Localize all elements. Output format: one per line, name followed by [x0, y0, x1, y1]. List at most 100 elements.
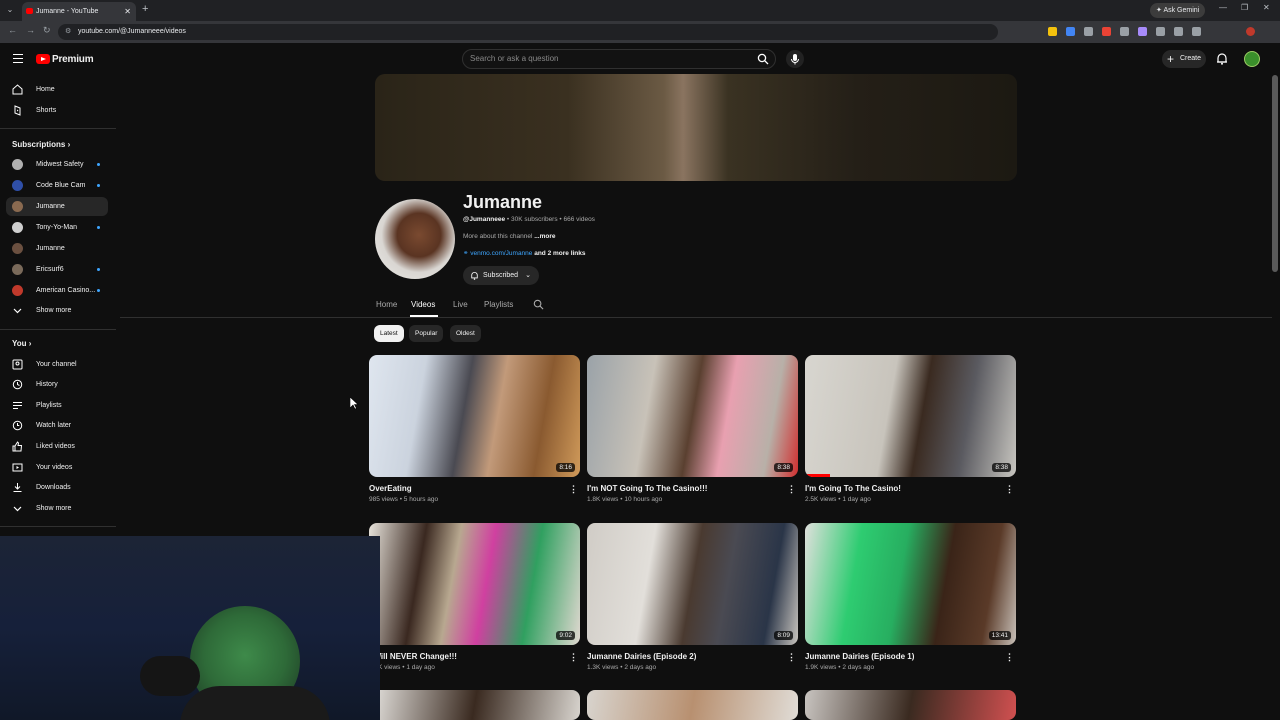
- more-actions-icon[interactable]: ⋮: [569, 652, 578, 663]
- subscribed-button[interactable]: Subscribed ⌄: [463, 266, 539, 285]
- back-icon[interactable]: ←: [8, 25, 17, 35]
- video-title[interactable]: Jumanne Dairies (Episode 2): [587, 652, 696, 661]
- subscriptions-heading[interactable]: Subscriptions ›: [12, 140, 70, 149]
- extension-icon[interactable]: [1048, 27, 1057, 36]
- restore-icon[interactable]: ❐: [1241, 3, 1248, 12]
- you-heading[interactable]: You ›: [12, 339, 31, 348]
- site-info-icon[interactable]: ⚙: [65, 24, 71, 40]
- sidebar-subscription-item[interactable]: American Casino...: [6, 281, 108, 300]
- video-thumbnail[interactable]: 8:16: [369, 355, 580, 477]
- ask-gemini-button[interactable]: ✦ Ask Gemini: [1150, 3, 1206, 18]
- browser-tab[interactable]: Jumanne - YouTube ✕: [22, 2, 136, 21]
- more-actions-icon[interactable]: ⋮: [569, 484, 578, 495]
- forward-icon[interactable]: →: [26, 25, 35, 35]
- minimize-icon[interactable]: —: [1219, 3, 1227, 12]
- you-heading-label: You: [12, 339, 27, 348]
- channel-banner: [375, 74, 1017, 181]
- extension-icon[interactable]: [1156, 27, 1165, 36]
- extensions-puzzle-icon[interactable]: [1192, 27, 1201, 36]
- video-title[interactable]: I'm NOT Going To The Casino!!!: [587, 484, 707, 493]
- sidebar-item-watch-later[interactable]: Watch later: [6, 416, 108, 435]
- video-views: 1.8K views: [587, 496, 619, 503]
- more-actions-icon[interactable]: ⋮: [787, 484, 796, 495]
- create-button[interactable]: + Create: [1162, 50, 1206, 68]
- video-age: 1 day ago: [842, 496, 871, 503]
- sidebar-subscription-item[interactable]: Tony-Yo-Man: [6, 218, 108, 237]
- sidebar-subscription-item[interactable]: Ericsurf6: [6, 260, 108, 279]
- channel-avatar: [12, 285, 23, 296]
- search-icon[interactable]: [757, 53, 769, 65]
- notifications-icon[interactable]: [1216, 52, 1228, 65]
- tab-search-icon[interactable]: ⌄: [4, 4, 16, 16]
- sidebar-item-downloads[interactable]: Downloads: [6, 478, 108, 497]
- sidebar-item-your-videos[interactable]: Your videos: [6, 458, 108, 477]
- extension-icon[interactable]: [1120, 27, 1129, 36]
- chip-popular[interactable]: Popular: [409, 325, 444, 342]
- extension-icon[interactable]: [1102, 27, 1111, 36]
- sidebar-subscription-item[interactable]: Jumanne: [6, 239, 108, 258]
- video-thumbnail[interactable]: 8:09: [587, 523, 798, 645]
- channel-search-icon[interactable]: [533, 299, 544, 310]
- sidebar-item-home[interactable]: Home: [6, 80, 108, 99]
- channel-avatar-large[interactable]: [375, 199, 455, 279]
- new-content-dot: [97, 268, 100, 271]
- video-title[interactable]: I Will NEVER Change!!!: [369, 652, 457, 661]
- extension-icon[interactable]: [1084, 27, 1093, 36]
- account-avatar[interactable]: [1244, 51, 1260, 67]
- video-title[interactable]: Jumanne Dairies (Episode 1): [805, 652, 914, 661]
- youtube-logo[interactable]: Premium: [36, 53, 94, 65]
- close-window-icon[interactable]: ✕: [1263, 3, 1270, 12]
- new-content-dot: [97, 289, 100, 292]
- subscription-label: Code Blue Cam: [36, 182, 86, 189]
- chip-oldest[interactable]: Oldest: [450, 325, 481, 342]
- extension-icon[interactable]: [1138, 27, 1147, 36]
- channel-link[interactable]: venmo.com/Jumanne: [470, 250, 532, 257]
- video-duration: 8:38: [992, 463, 1011, 472]
- sidebar-subscription-item[interactable]: Code Blue Cam: [6, 176, 108, 195]
- sidebar-item-label: Liked videos: [36, 443, 75, 450]
- page-scrollbar[interactable]: [1272, 75, 1278, 272]
- sidebar-subscription-item[interactable]: Jumanne: [6, 197, 108, 216]
- tab-videos[interactable]: Videos: [411, 300, 435, 309]
- sidebar-item-history[interactable]: History: [6, 375, 108, 394]
- extension-icon[interactable]: [1066, 27, 1075, 36]
- video-thumbnail[interactable]: 8:38: [587, 355, 798, 477]
- sidebar-item-playlists[interactable]: Playlists: [6, 396, 108, 415]
- tab-live[interactable]: Live: [453, 300, 468, 309]
- video-title[interactable]: OverEating: [369, 484, 412, 493]
- tab-home[interactable]: Home: [376, 300, 397, 309]
- video-thumbnail[interactable]: 9:02: [369, 523, 580, 645]
- subscriptions-show-more[interactable]: Show more: [6, 301, 108, 320]
- browser-tab-title: Jumanne - YouTube: [36, 8, 99, 15]
- chip-latest[interactable]: Latest: [374, 325, 404, 342]
- you-show-more[interactable]: Show more: [6, 499, 108, 518]
- new-tab-icon[interactable]: +: [142, 3, 148, 15]
- guide-menu-icon[interactable]: [13, 54, 23, 63]
- voice-search-button[interactable]: [786, 50, 804, 68]
- video-thumbnail[interactable]: [805, 690, 1016, 720]
- playlists-icon: [13, 402, 22, 409]
- more-actions-icon[interactable]: ⋮: [1005, 652, 1014, 663]
- sidebar-item-your-channel[interactable]: Your channel: [6, 355, 108, 374]
- profile-icon[interactable]: [1246, 27, 1255, 36]
- channel-links[interactable]: ⚭ venmo.com/Jumanne and 2 more links: [463, 249, 586, 257]
- video-meta: 985 views • 5 hours ago: [369, 496, 439, 503]
- extension-icon[interactable]: [1174, 27, 1183, 36]
- more-actions-icon[interactable]: ⋮: [787, 652, 796, 663]
- video-thumbnail[interactable]: 13:41: [805, 523, 1016, 645]
- address-bar[interactable]: ⚙ youtube.com/@Jumanneee/videos: [58, 24, 998, 40]
- search-box[interactable]: Search or ask a question: [462, 49, 776, 69]
- sidebar-subscription-item[interactable]: Midwest Safety: [6, 155, 108, 174]
- video-thumbnail[interactable]: [587, 690, 798, 720]
- reload-icon[interactable]: ↻: [43, 25, 51, 36]
- video-thumbnail[interactable]: 8:38: [805, 355, 1016, 477]
- tab-playlists[interactable]: Playlists: [484, 300, 513, 309]
- sidebar-item-liked-videos[interactable]: Liked videos: [6, 437, 108, 456]
- sidebar-item-shorts[interactable]: Shorts: [6, 101, 108, 120]
- channel-about[interactable]: More about this channel ...more: [463, 233, 556, 240]
- video-title[interactable]: I'm Going To The Casino!: [805, 484, 901, 493]
- channel-link-more: and 2 more links: [532, 250, 586, 257]
- more-actions-icon[interactable]: ⋮: [1005, 484, 1014, 495]
- video-thumbnail[interactable]: [369, 690, 580, 720]
- close-tab-icon[interactable]: ✕: [124, 2, 131, 21]
